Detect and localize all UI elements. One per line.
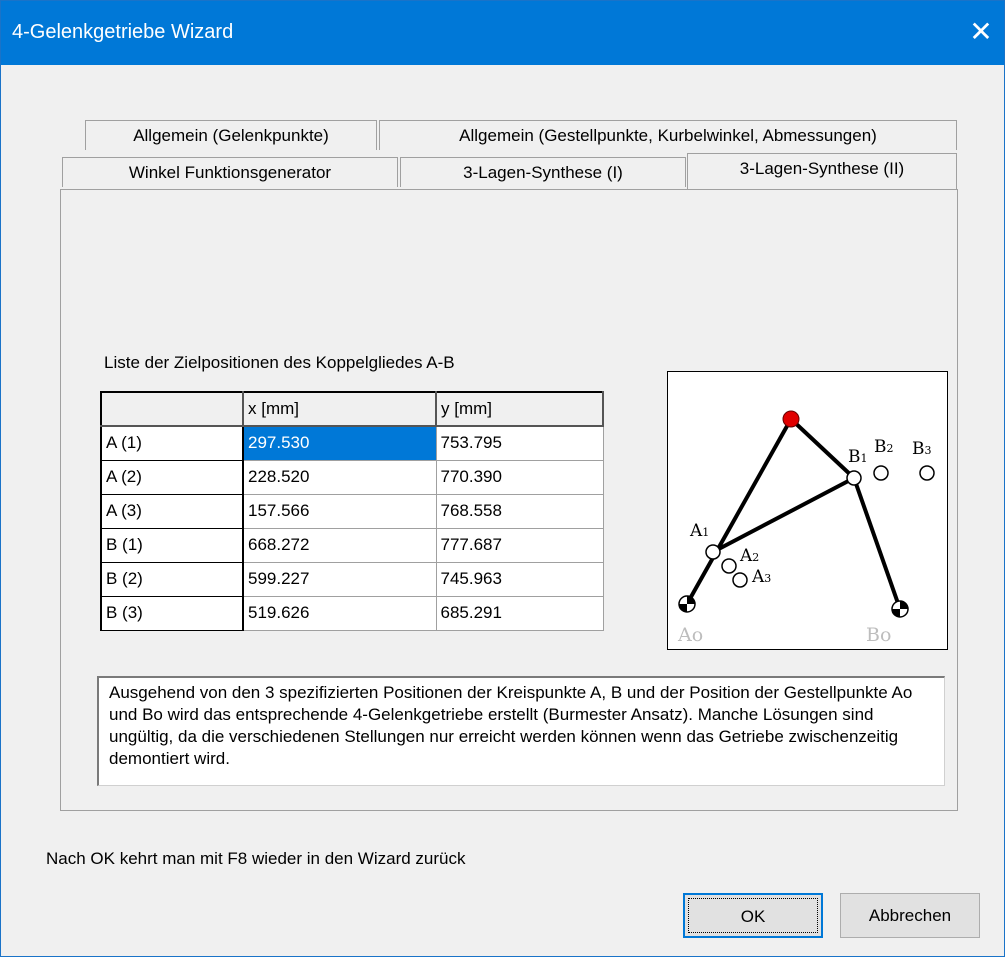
row-header: B (2) [100,561,244,597]
coupler-link-upper [789,417,856,480]
cell-y[interactable]: 768.558 [435,493,604,529]
b3-circle [919,465,935,481]
list-label: Liste der Zielpositionen des Koppelglied… [104,353,455,372]
label-a2: A2 [739,546,759,566]
grid-header-x: x [mm] [242,391,437,427]
grid-header-row: x [mm] y [mm] [100,391,604,427]
b1-circle [846,470,862,486]
cell-x[interactable]: 157.566 [242,493,437,529]
grid-header-corner [100,391,244,427]
cell-y[interactable]: 777.687 [435,527,604,563]
title-bar: 4-Gelenkgetriebe Wizard ✕ [1,1,1004,65]
table-row: A (1) 297.530 753.795 [100,425,604,461]
focus-rect [688,898,818,933]
tab-winkel-funktionsgenerator[interactable]: Winkel Funktionsgenerator [62,157,398,187]
window-title: 4-Gelenkgetriebe Wizard [12,21,234,43]
grid-header-y: y [mm] [435,391,604,427]
tab-3-lagen-synthese-1[interactable]: 3-Lagen-Synthese (I) [400,157,686,187]
label-b1: B1 [848,447,868,467]
b2-circle [873,465,889,481]
cell-x[interactable]: 228.520 [242,459,437,495]
ground-bo-icon [891,600,909,618]
label-bo: Bo [866,624,891,646]
rocker-link [852,477,902,610]
row-header: B (3) [100,595,244,631]
a1-circle [705,544,721,560]
cell-x[interactable]: 519.626 [242,595,437,631]
target-positions-grid: x [mm] y [mm] A (1) 297.530 753.795 A (2… [100,391,604,631]
coupler-point [782,410,800,428]
row-header: A (1) [100,425,244,461]
a2-circle [721,558,737,574]
label-a3: A3 [751,567,771,587]
wizard-window: 4-Gelenkgetriebe Wizard ✕ Allgemein (Gel… [0,0,1005,957]
close-icon[interactable]: ✕ [964,15,998,49]
coupler-link-lower [712,476,855,554]
description-text: Ausgehend von den 3 spezifizierten Posit… [97,676,945,786]
table-row: A (3) 157.566 768.558 [100,493,604,529]
label-ao: Ao [677,624,703,646]
cell-y[interactable]: 745.963 [435,561,604,597]
table-row: B (2) 599.227 745.963 [100,561,604,597]
tab-3-lagen-synthese-2[interactable]: 3-Lagen-Synthese (II) [687,153,957,189]
row-header: A (2) [100,459,244,495]
label-b2: B2 [874,437,894,457]
row-header: A (3) [100,493,244,529]
label-b3: B3 [912,439,932,459]
row-header: B (1) [100,527,244,563]
tab-allgemein-gestellpunkte[interactable]: Allgemein (Gestellpunkte, Kurbelwinkel, … [379,120,957,150]
cancel-button[interactable]: Abbrechen [840,893,980,938]
linkage-diagram: A1 A2 A3 B1 B2 B3 Ao Bo [667,371,948,650]
ground-ao-icon [678,595,696,613]
cell-y[interactable]: 685.291 [435,595,604,631]
cell-y[interactable]: 753.795 [435,425,604,461]
ok-button[interactable]: OK [683,893,823,938]
cell-x[interactable]: 668.272 [242,527,437,563]
tab-allgemein-gelenkpunkte[interactable]: Allgemein (Gelenkpunkte) [85,120,377,150]
cell-x[interactable]: 297.530 [242,425,437,461]
cell-x[interactable]: 599.227 [242,561,437,597]
hint-text: Nach OK kehrt man mit F8 wieder in den W… [46,849,466,868]
cell-y[interactable]: 770.390 [435,459,604,495]
table-row: B (1) 668.272 777.687 [100,527,604,563]
label-a1: A1 [689,521,709,541]
linkage-svg: A1 A2 A3 B1 B2 B3 Ao Bo [677,410,935,646]
table-row: A (2) 228.520 770.390 [100,459,604,495]
table-row: B (3) 519.626 685.291 [100,595,604,631]
a3-circle [732,572,748,588]
